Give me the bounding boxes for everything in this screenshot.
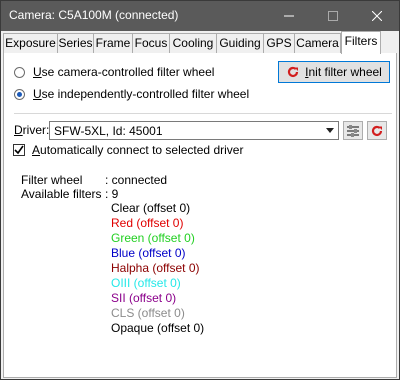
close-icon [372, 11, 382, 21]
filter-list-item: Green (offset 0) [111, 231, 195, 245]
camera-window: Camera: C5A100M (connected) Exposure Ser… [0, 0, 400, 380]
tab-focus[interactable]: Focus [132, 33, 170, 53]
maximize-button[interactable] [311, 1, 355, 31]
maximize-icon [328, 11, 338, 21]
camera-controlled-radio-row[interactable]: Use camera-controlled filter wheel [14, 65, 214, 79]
driver-label: Driver: [14, 123, 49, 137]
camera-controlled-label: Use camera-controlled filter wheel [33, 65, 214, 79]
camera-controlled-text: se camera-controlled filter wheel [41, 65, 215, 79]
independent-radio-row[interactable]: Use independently-controlled filter whee… [14, 87, 249, 101]
filter-list-item: Clear (offset 0) [111, 201, 191, 215]
independent-label: Use independently-controlled filter whee… [33, 87, 249, 101]
auto-connect-checkbox[interactable] [13, 144, 25, 156]
independent-accel: U [33, 87, 42, 101]
refresh-icon [288, 66, 299, 78]
tab-series[interactable]: Series [57, 33, 94, 53]
title-bar[interactable]: Camera: C5A100M (connected) [1, 1, 399, 31]
checkmark-icon [14, 145, 24, 155]
camera-controlled-accel: U [33, 65, 42, 79]
close-button[interactable] [355, 1, 399, 31]
init-filter-wheel-button[interactable]: Init filter wheel [278, 61, 390, 83]
tab-cooling[interactable]: Cooling [169, 33, 217, 53]
auto-connect-accel: A [32, 143, 41, 157]
refresh-icon [371, 125, 383, 136]
driver-label-text: river: [22, 123, 50, 137]
filter-list-item: CLS (offset 0) [111, 306, 185, 320]
init-text: nit filter wheel [308, 65, 382, 79]
filter-wheel-value: : connected [105, 173, 168, 187]
tab-camera[interactable]: Camera [294, 33, 341, 53]
tab-gps[interactable]: GPS [263, 33, 295, 53]
independent-text: se independently-controlled filter wheel [41, 87, 250, 101]
camera-controlled-radio[interactable] [14, 66, 25, 78]
window-title: Camera: C5A100M (connected) [9, 8, 179, 22]
tab-bar: Exposure Series Frame Focus Cooling Guid… [3, 31, 399, 54]
driver-settings-button[interactable] [343, 121, 363, 140]
minimize-button[interactable] [267, 1, 311, 31]
driver-select-value: SFW-5XL, Id: 45001 [54, 124, 163, 138]
filter-list-item: SII (offset 0) [111, 291, 177, 305]
tab-filters[interactable]: Filters [341, 31, 381, 54]
minimize-icon [284, 15, 294, 17]
filter-list-item: Red (offset 0) [111, 216, 184, 230]
tab-guiding[interactable]: Guiding [216, 33, 264, 53]
init-filter-wheel-label: Init filter wheel [305, 65, 382, 79]
independent-radio[interactable] [14, 88, 25, 100]
filter-list-item: Blue (offset 0) [111, 246, 186, 260]
tab-frame[interactable]: Frame [93, 33, 133, 53]
chevron-down-icon[interactable] [321, 122, 338, 139]
driver-select[interactable]: SFW-5XL, Id: 45001 [49, 121, 339, 140]
auto-connect-label[interactable]: Automatically connect to selected driver [32, 143, 243, 157]
filter-wheel-label: Filter wheel [21, 173, 83, 187]
filter-list-item: Opaque (offset 0) [111, 321, 205, 335]
available-filters-label: Available filters [21, 187, 102, 201]
filter-list-item: OIII (offset 0) [111, 276, 181, 290]
auto-connect-text: utomatically connect to selected driver [40, 143, 244, 157]
separator [14, 113, 392, 114]
filter-list-item: Halpha (offset 0) [111, 261, 200, 275]
tab-exposure[interactable]: Exposure [3, 33, 58, 53]
settings-icon [347, 124, 359, 137]
available-filters-value: : 9 [105, 187, 119, 201]
driver-refresh-button[interactable] [367, 121, 387, 140]
driver-accel: D [14, 123, 23, 137]
